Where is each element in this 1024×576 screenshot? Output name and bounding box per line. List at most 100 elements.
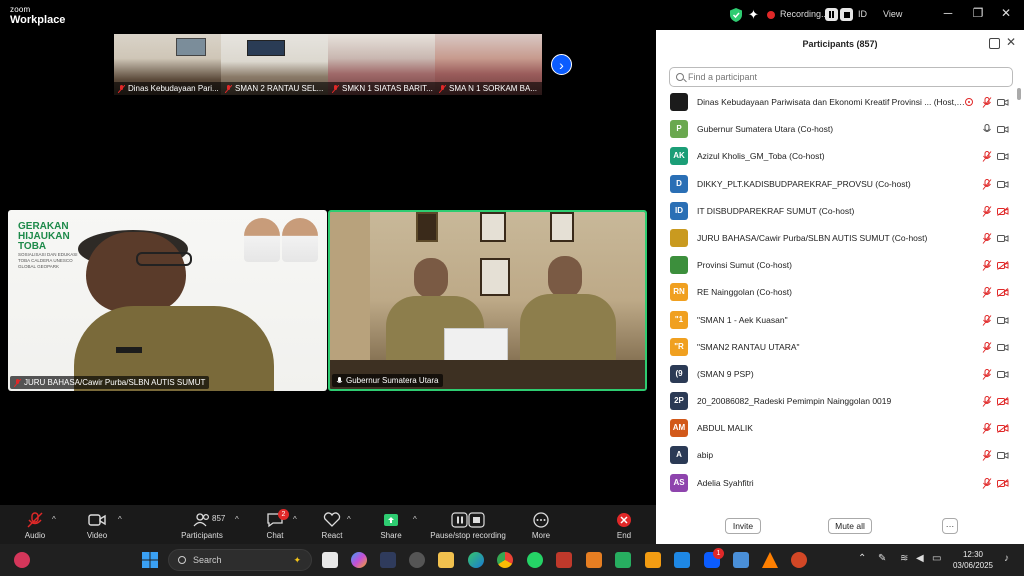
windows-start-icon[interactable] bbox=[142, 552, 158, 568]
participants-button[interactable]: Participants bbox=[177, 505, 227, 544]
participant-row[interactable]: AS Adelia Syahfitri bbox=[656, 470, 1018, 497]
filmstrip-tile[interactable]: SMA N 1 SORKAM BA... bbox=[435, 34, 542, 95]
vlc-icon[interactable] bbox=[762, 552, 778, 568]
mic-muted-icon[interactable] bbox=[982, 97, 992, 108]
video-off-icon[interactable] bbox=[997, 478, 1009, 488]
share-options-chevron-icon[interactable]: ^ bbox=[413, 515, 417, 524]
copilot-icon[interactable] bbox=[351, 552, 367, 568]
video-off-icon[interactable] bbox=[997, 424, 1009, 434]
video-camera-icon[interactable] bbox=[997, 152, 1009, 161]
stop-recording-button[interactable] bbox=[840, 8, 853, 21]
mic-muted-icon[interactable] bbox=[982, 341, 992, 353]
video-tile-governor[interactable]: Gubernur Sumatera Utara bbox=[328, 210, 647, 391]
meeting-id-button[interactable]: ID bbox=[858, 9, 867, 19]
pen-icon[interactable]: ✎ bbox=[878, 553, 886, 564]
video-camera-icon[interactable] bbox=[997, 370, 1009, 379]
filmstrip-next-button[interactable]: › bbox=[551, 54, 572, 75]
video-camera-icon[interactable] bbox=[997, 316, 1009, 325]
minimize-button[interactable]: ─ bbox=[940, 6, 956, 20]
participant-row[interactable]: 2P 20_20086082_Radeski Pemimpin Nainggola… bbox=[656, 388, 1018, 415]
chat-options-chevron-icon[interactable]: ^ bbox=[293, 515, 297, 524]
video-camera-icon[interactable] bbox=[997, 234, 1009, 243]
taskbar-search-box[interactable]: Search ✦ bbox=[168, 549, 312, 571]
popout-icon[interactable] bbox=[989, 38, 1000, 49]
participant-row[interactable]: Dinas Kebudayaan Pariwisata dan Ekonomi … bbox=[656, 89, 1018, 116]
close-button[interactable]: ✕ bbox=[998, 6, 1014, 20]
close-panel-icon[interactable]: ✕ bbox=[1006, 35, 1016, 49]
maximize-button[interactable]: ❐ bbox=[970, 6, 986, 20]
participant-search-input[interactable]: Find a participant bbox=[669, 67, 1013, 87]
scrollbar[interactable] bbox=[1017, 88, 1021, 100]
video-off-icon[interactable] bbox=[997, 206, 1009, 216]
app-icon[interactable] bbox=[556, 552, 572, 568]
chat-button[interactable]: Chat bbox=[250, 505, 300, 544]
participant-row[interactable]: "1 "SMAN 1 - Aek Kuasan" bbox=[656, 307, 1018, 334]
mic-muted-icon[interactable] bbox=[982, 396, 992, 407]
video-camera-icon[interactable] bbox=[997, 343, 1009, 352]
notification-bell-icon[interactable]: ♪ bbox=[1004, 553, 1009, 564]
powerpoint-icon[interactable] bbox=[791, 552, 807, 568]
shield-icon[interactable] bbox=[730, 8, 742, 22]
video-off-icon[interactable] bbox=[997, 397, 1009, 406]
filmstrip-tile[interactable]: SMAN 2 RANTAU SEL... bbox=[221, 34, 328, 95]
audio-options-chevron-icon[interactable]: ^ bbox=[52, 515, 56, 524]
mic-muted-icon[interactable] bbox=[982, 287, 992, 299]
app-icon[interactable] bbox=[615, 552, 631, 568]
view-button[interactable]: View bbox=[883, 9, 902, 19]
audio-button[interactable]: Audio bbox=[10, 505, 60, 544]
app-icon[interactable] bbox=[409, 552, 425, 568]
end-meeting-button[interactable]: End bbox=[599, 505, 649, 544]
mic-muted-icon[interactable] bbox=[982, 450, 992, 462]
app-icon[interactable] bbox=[733, 552, 749, 568]
video-button[interactable]: Video bbox=[72, 505, 122, 544]
participant-row[interactable]: RN RE Nainggolan (Co-host) bbox=[656, 279, 1018, 306]
video-camera-icon[interactable] bbox=[997, 125, 1009, 134]
pause-stop-recording-button[interactable]: Pause/stop recording bbox=[426, 505, 510, 544]
video-options-chevron-icon[interactable]: ^ bbox=[118, 515, 122, 524]
participant-row[interactable]: "R "SMAN2 RANTAU UTARA" bbox=[656, 334, 1018, 361]
filmstrip-tile[interactable]: Dinas Kebudayaan Pari... bbox=[114, 34, 221, 95]
mic-muted-icon[interactable] bbox=[982, 232, 992, 244]
share-button[interactable]: Share bbox=[366, 505, 416, 544]
video-off-icon[interactable] bbox=[997, 261, 1009, 271]
filmstrip-tile[interactable]: SMKN 1 SIATAS BARIT... bbox=[328, 34, 435, 95]
participant-row[interactable]: ID IT DISBUDPAREKRAF SUMUT (Co-host) bbox=[656, 198, 1018, 225]
participant-row[interactable]: P Gubernur Sumatera Utara (Co-host) bbox=[656, 116, 1018, 143]
mic-muted-icon[interactable] bbox=[982, 423, 992, 435]
more-options-button[interactable]: ··· bbox=[942, 518, 958, 534]
video-tile-interpreter[interactable]: GERAKAN HIJAUKAN TOBA SOSIALISASI DAN ED… bbox=[8, 210, 327, 391]
chrome-icon[interactable] bbox=[497, 552, 513, 568]
participant-row[interactable]: D DIKKY_PLT.KADISBUDPAREKRAF_PROVSU (Co-h… bbox=[656, 171, 1018, 198]
app-icon[interactable] bbox=[645, 552, 661, 568]
participant-row[interactable]: AK Azizul Kholis_GM_Toba (Co-host) bbox=[656, 143, 1018, 170]
edge-icon[interactable] bbox=[468, 552, 484, 568]
mic-muted-icon[interactable] bbox=[982, 151, 992, 163]
tray-chevron-up-icon[interactable]: ⌃ bbox=[858, 553, 866, 564]
task-view-icon[interactable] bbox=[322, 552, 338, 568]
mic-muted-icon[interactable] bbox=[982, 205, 992, 217]
ai-companion-icon[interactable]: ✦ bbox=[748, 7, 759, 23]
mic-icon[interactable] bbox=[982, 124, 992, 135]
invite-button[interactable]: Invite bbox=[725, 518, 761, 534]
mute-all-button[interactable]: Mute all bbox=[828, 518, 872, 534]
video-camera-icon[interactable] bbox=[997, 451, 1009, 460]
mic-muted-icon[interactable] bbox=[982, 368, 992, 380]
file-explorer-icon[interactable] bbox=[438, 552, 454, 568]
wifi-icon[interactable]: ≋ bbox=[900, 553, 908, 564]
participant-row[interactable]: Aabip bbox=[656, 442, 1018, 469]
pause-recording-button[interactable] bbox=[825, 8, 838, 21]
app-icon[interactable] bbox=[586, 552, 602, 568]
video-camera-icon[interactable] bbox=[997, 180, 1009, 189]
participant-row[interactable]: Provinsi Sumut (Co-host) bbox=[656, 252, 1018, 279]
app-icon[interactable] bbox=[380, 552, 396, 568]
vscode-icon[interactable] bbox=[674, 552, 690, 568]
app-icon[interactable] bbox=[14, 552, 30, 568]
video-off-icon[interactable] bbox=[997, 288, 1009, 298]
participant-row[interactable]: AM ABDUL MALIK bbox=[656, 415, 1018, 442]
mic-muted-icon[interactable] bbox=[982, 477, 992, 489]
mic-muted-icon[interactable] bbox=[982, 260, 992, 271]
more-button[interactable]: More bbox=[516, 505, 566, 544]
battery-icon[interactable]: ▭ bbox=[932, 553, 941, 564]
react-button[interactable]: React bbox=[307, 505, 357, 544]
mic-muted-icon[interactable] bbox=[982, 314, 992, 326]
